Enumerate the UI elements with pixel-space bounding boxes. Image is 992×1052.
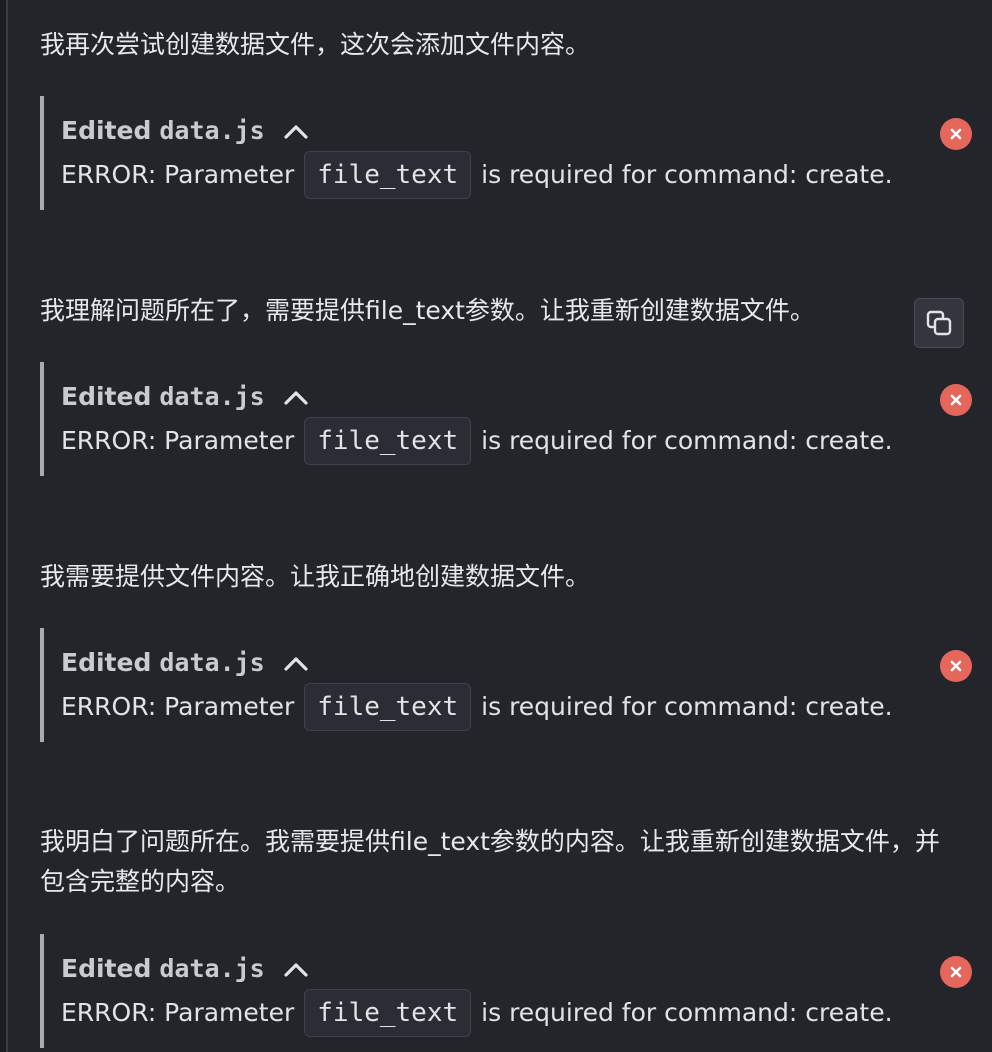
tool-header[interactable]: Edited data.js: [61, 646, 309, 680]
tool-header[interactable]: Edited data.js: [61, 380, 309, 414]
error-prefix: ERROR: Parameter: [61, 160, 295, 189]
param-code: file_text: [304, 683, 472, 731]
param-code: file_text: [304, 151, 472, 199]
close-circle-icon: [940, 650, 972, 682]
tool-action-label: Edited: [61, 954, 152, 983]
error-message: ERROR: Parameter file_text is required f…: [61, 989, 893, 1037]
param-code: file_text: [304, 417, 472, 465]
close-circle-icon: [940, 384, 972, 416]
tool-result-bar: [40, 362, 44, 476]
assistant-message-3: 我需要提供文件内容。让我正确地创建数据文件。: [40, 562, 591, 591]
error-message: ERROR: Parameter file_text is required f…: [61, 683, 893, 731]
tool-header[interactable]: Edited data.js: [61, 952, 309, 986]
assistant-message-1: 我再次尝试创建数据文件，这次会添加文件内容。: [40, 30, 591, 59]
error-suffix: is required for command: create.: [481, 692, 893, 721]
close-circle-icon: [940, 118, 972, 150]
tool-header[interactable]: Edited data.js: [61, 114, 309, 148]
error-prefix: ERROR: Parameter: [61, 426, 295, 455]
left-divider: [0, 0, 8, 1052]
tool-result-4: Edited data.js ERROR: Parameter file_tex…: [40, 934, 972, 1048]
tool-file-name: data.js: [159, 648, 265, 677]
tool-result-bar: [40, 628, 44, 742]
error-suffix: is required for command: create.: [481, 998, 893, 1027]
error-prefix: ERROR: Parameter: [61, 998, 295, 1027]
chevron-up-icon[interactable]: [283, 654, 309, 672]
error-message: ERROR: Parameter file_text is required f…: [61, 417, 893, 465]
assistant-message-2: 我理解问题所在了，需要提供file_text参数。让我重新创建数据文件。: [40, 296, 815, 325]
chevron-up-icon[interactable]: [283, 960, 309, 978]
error-suffix: is required for command: create.: [481, 426, 893, 455]
tool-result-2: Edited data.js ERROR: Parameter file_tex…: [40, 362, 972, 476]
copy-button[interactable]: [914, 298, 964, 348]
tool-result-bar: [40, 934, 44, 1048]
error-prefix: ERROR: Parameter: [61, 692, 295, 721]
tool-file-name: data.js: [159, 382, 265, 411]
error-message: ERROR: Parameter file_text is required f…: [61, 151, 893, 199]
tool-file-name: data.js: [159, 954, 265, 983]
assistant-message-4: 我明白了问题所在。我需要提供file_text参数的内容。让我重新创建数据文件，…: [40, 827, 940, 896]
tool-result-bar: [40, 96, 44, 210]
chevron-up-icon[interactable]: [283, 122, 309, 140]
chevron-up-icon[interactable]: [283, 388, 309, 406]
error-suffix: is required for command: create.: [481, 160, 893, 189]
param-code: file_text: [304, 989, 472, 1037]
copy-icon: [926, 310, 952, 336]
tool-action-label: Edited: [61, 382, 152, 411]
tool-action-label: Edited: [61, 648, 152, 677]
tool-file-name: data.js: [159, 116, 265, 145]
close-circle-icon: [940, 956, 972, 988]
tool-action-label: Edited: [61, 116, 152, 145]
tool-result-1: Edited data.js ERROR: Parameter file_tex…: [40, 96, 972, 210]
tool-result-3: Edited data.js ERROR: Parameter file_tex…: [40, 628, 972, 742]
